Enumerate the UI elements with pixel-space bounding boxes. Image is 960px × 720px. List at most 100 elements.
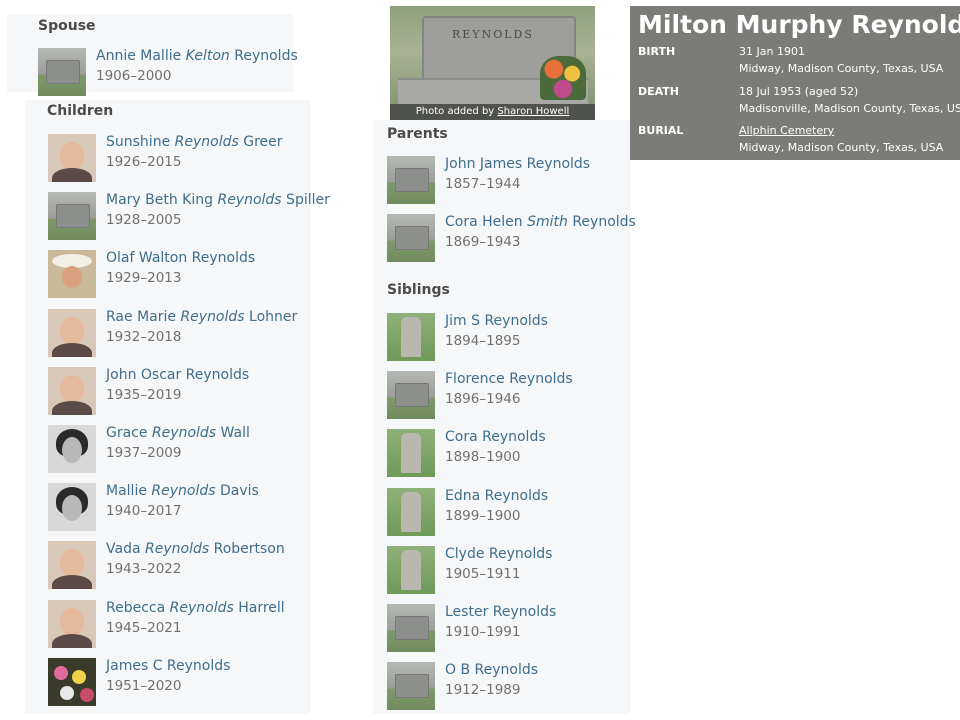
- member-name-link[interactable]: Cora Reynolds: [445, 429, 546, 445]
- member-surname: Harrell: [233, 599, 285, 616]
- member-dates: 1926–2015: [106, 154, 182, 170]
- burial-label: BURIAL: [638, 124, 684, 137]
- member-name-link[interactable]: Florence Reynolds: [445, 371, 573, 387]
- member-dates: 1905–1911: [445, 565, 521, 582]
- member-surname: Davis: [215, 483, 259, 500]
- memorial-name: Milton Murphy Reynolds: [638, 10, 960, 39]
- member-given-name: Edna Reynolds: [445, 487, 549, 504]
- member-name-link[interactable]: Vada Reynolds Robertson: [106, 541, 285, 557]
- member-dates: 1869–1943: [445, 234, 521, 250]
- member-surname: Robertson: [209, 541, 285, 558]
- member-given-name: Sunshine: [106, 134, 175, 150]
- portrait-thumbnail[interactable]: [48, 483, 96, 532]
- portrait-thumbnail[interactable]: [48, 541, 96, 590]
- birth-date: 31 Jan 1901: [739, 45, 805, 58]
- member-surname: Reynolds: [229, 48, 298, 64]
- member-name-link[interactable]: O B Reynolds: [445, 662, 538, 678]
- member-name-link[interactable]: James C Reynolds: [106, 658, 230, 674]
- member-given-name: Rebecca: [106, 599, 170, 616]
- member-surname: Greer: [238, 134, 283, 150]
- member-name-link[interactable]: Sunshine Reynolds Greer: [106, 134, 283, 150]
- parents-heading: Parents: [387, 126, 448, 142]
- headstone-inscription: REYNOLDS: [452, 28, 534, 41]
- member-dates: 1894–1895: [445, 333, 521, 349]
- member-dates: 1945–2021: [106, 619, 182, 636]
- spouse-section: Spouse Annie Mallie Kelton Reynolds 1906–…: [7, 14, 298, 96]
- member-name-link[interactable]: Rae Marie Reynolds Lohner: [106, 309, 297, 325]
- member-name-link[interactable]: Edna Reynolds: [445, 488, 548, 504]
- headstone-thumbnail[interactable]: [387, 662, 435, 711]
- member-dates: 1929–2013: [106, 270, 182, 287]
- member-name-link[interactable]: Mary Beth King Reynolds Spiller: [106, 192, 330, 208]
- children-heading: Children: [47, 103, 114, 119]
- flowers-thumbnail[interactable]: [48, 657, 96, 706]
- member-maiden-name: Reynolds: [151, 425, 217, 441]
- photo-caption: Photo added by Sharon Howell: [390, 104, 595, 120]
- headstone-thumbnail[interactable]: [387, 214, 435, 262]
- member-dates: 1899–1900: [445, 507, 521, 524]
- portrait-thumbnail[interactable]: [48, 425, 96, 473]
- death-date: 18 Jul 1953 (aged 52): [739, 85, 859, 98]
- member-dates: 1857–1944: [445, 176, 521, 192]
- death-label: DEATH: [638, 85, 680, 98]
- flowers-image: [540, 56, 586, 100]
- member-dates: 1937–2009: [106, 445, 182, 461]
- member-name-link[interactable]: Mallie Reynolds Davis: [106, 483, 259, 499]
- member-name-link[interactable]: John Oscar Reynolds: [106, 367, 249, 383]
- member-dates: 1935–2019: [106, 386, 182, 403]
- memorial-photo[interactable]: REYNOLDS Photo added by Sharon Howell: [390, 6, 595, 120]
- member-dates: 1943–2022: [106, 561, 182, 578]
- member-name-link[interactable]: Annie Mallie Kelton Reynolds: [96, 48, 298, 64]
- portrait-thumbnail[interactable]: [48, 366, 96, 415]
- portrait-thumbnail[interactable]: [48, 134, 96, 182]
- headstone-thumbnail[interactable]: [387, 545, 435, 594]
- headstone-thumbnail[interactable]: [387, 487, 435, 536]
- member-maiden-name: Reynolds: [145, 541, 210, 558]
- memorial-facts: Milton Murphy Reynolds BIRTH 31 Jan 1901…: [630, 6, 960, 160]
- member-dates: 1896–1946: [445, 391, 521, 408]
- member-given-name: Mallie: [106, 483, 152, 500]
- member-name-link[interactable]: Rebecca Reynolds Harrell: [106, 600, 285, 616]
- member-dates: 1898–1900: [445, 449, 521, 466]
- member-maiden-name: Kelton: [185, 48, 230, 64]
- member-dates: 1940–2017: [106, 503, 182, 520]
- member-dates: 1951–2020: [106, 677, 182, 694]
- member-dates: 1928–2005: [106, 212, 182, 229]
- member-name-link[interactable]: Olaf Walton Reynolds: [106, 250, 255, 266]
- spouse-heading: Spouse: [38, 18, 96, 34]
- member-given-name: James C Reynolds: [106, 657, 231, 674]
- siblings-heading: Siblings: [387, 282, 450, 298]
- member-given-name: Florence Reynolds: [445, 371, 573, 388]
- member-given-name: Vada: [106, 541, 145, 558]
- photo-author-link[interactable]: Sharon Howell: [497, 106, 569, 117]
- portrait-thumbnail[interactable]: [48, 308, 96, 357]
- burial-cemetery-link[interactable]: Allphin Cemetery: [739, 124, 834, 137]
- portrait-thumbnail[interactable]: [48, 250, 96, 299]
- member-given-name: John James Reynolds: [445, 156, 591, 172]
- birth-place: Midway, Madison County, Texas, USA: [739, 62, 944, 75]
- parents-siblings-section: Parents John James Reynolds 1857–1944 Cora…: [373, 120, 636, 714]
- headstone-thumbnail[interactable]: [387, 156, 435, 204]
- portrait-thumbnail[interactable]: [48, 599, 96, 648]
- member-maiden-name: Reynolds: [180, 308, 245, 325]
- member-given-name: Mary Beth King: [106, 192, 218, 209]
- member-surname: Wall: [216, 425, 250, 441]
- member-name-link[interactable]: Cora Helen Smith Reynolds: [445, 214, 636, 230]
- burial-place: Midway, Madison County, Texas, USA: [739, 141, 944, 154]
- member-maiden-name: Smith: [527, 214, 568, 230]
- headstone-thumbnail[interactable]: [387, 604, 435, 652]
- member-name-link[interactable]: Grace Reynolds Wall: [106, 425, 250, 441]
- member-given-name: Cora Helen: [445, 214, 528, 230]
- member-name-link[interactable]: Clyde Reynolds: [445, 546, 552, 562]
- headstone-thumbnail[interactable]: [48, 192, 96, 241]
- headstone-thumbnail[interactable]: [387, 313, 435, 361]
- headstone-thumbnail[interactable]: [38, 48, 86, 96]
- member-name-link[interactable]: Lester Reynolds: [445, 604, 556, 620]
- member-surname: Spiller: [281, 192, 330, 209]
- headstone-thumbnail[interactable]: [387, 371, 435, 420]
- member-name-link[interactable]: Jim S Reynolds: [445, 313, 548, 329]
- member-given-name: Jim S Reynolds: [445, 313, 548, 329]
- member-dates: 1912–1989: [445, 682, 521, 699]
- member-name-link[interactable]: John James Reynolds: [445, 156, 590, 172]
- headstone-thumbnail[interactable]: [387, 429, 435, 478]
